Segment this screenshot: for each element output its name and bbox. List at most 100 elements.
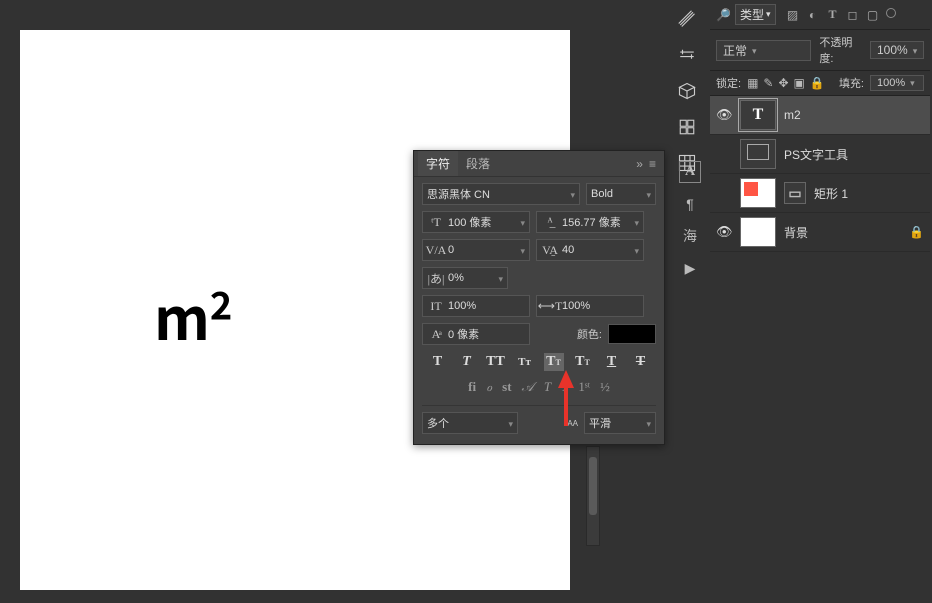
tab-character[interactable]: 字符 [418,151,458,176]
stylistic-alt-button[interactable]: T [544,379,551,395]
layer-thumb-text[interactable]: T [740,100,776,130]
filter-type-icon[interactable]: T [826,8,840,22]
font-size-icon: ᵗT [427,215,445,230]
antialias-label: aa [567,417,578,429]
type-style-buttons: T T TT Tᴛ TT TT T T [422,351,656,371]
layer-item-m2[interactable]: 👁 T m2 [710,96,930,135]
layer-filter-type[interactable]: 类型 ▾ [735,4,776,25]
filter-icons: ▨ ◐ T ◻ ▢ [786,8,896,22]
leading-field[interactable]: ᴬ̲ 156.77 像素 [536,211,644,233]
language-select[interactable]: 多个 [422,412,518,434]
canvas-text[interactable]: m2 [154,273,232,357]
font-size-field[interactable]: ᵗT 100 像素 [422,211,530,233]
titling-alt-button[interactable]: T [561,379,568,395]
layer-thumb-shape[interactable] [740,178,776,208]
play-icon[interactable]: ▶ [679,257,701,279]
superscript-button[interactable]: TT [544,353,564,371]
text-base: m [154,273,210,357]
vertical-scale-field[interactable]: IT 100% [422,295,530,317]
horizontal-scale-field[interactable]: ⟷T 100% [536,295,644,317]
fill-field[interactable]: 100% [870,75,924,91]
fill-value: 100% [877,77,905,89]
all-caps-button[interactable]: TT [486,353,506,371]
antialias-value: 平滑 [589,415,643,431]
3d-icon[interactable] [676,80,698,102]
glyphs-panel-icon[interactable]: 海 [679,225,701,247]
expand-icon[interactable]: » [636,157,643,171]
faux-italic-button[interactable]: T [457,353,477,371]
filter-image-icon[interactable]: ▨ [786,8,800,22]
layer-name: m2 [784,108,801,122]
lock-paint-icon[interactable]: ✎ [763,76,773,90]
layer-item-background[interactable]: 👁 背景 🔒 [710,213,930,252]
lock-all-icon[interactable]: 🔒 [810,76,825,90]
font-family-value: 思源黑体 CN [427,186,567,202]
search-icon[interactable]: 🔎 [716,8,731,22]
visibility-icon[interactable]: 👁 [716,107,732,123]
faux-bold-button[interactable]: T [428,353,448,371]
lock-icons: ▦ ✎ ✥ ▣ 🔒 [747,76,825,90]
font-family-select[interactable]: 思源黑体 CN [422,183,580,205]
opacity-field[interactable]: 100% [870,41,924,59]
layer-item-rect[interactable]: ▭ 矩形 1 [710,174,930,213]
lock-icon[interactable]: 🔒 [909,225,924,239]
blend-mode-select[interactable]: 正常 [716,40,811,61]
color-label: 颜色: [577,326,602,342]
color-swatch[interactable] [608,324,656,344]
paragraph-panel-icon[interactable]: ¶ [679,193,701,215]
lock-transparency-icon[interactable]: ▦ [747,76,758,90]
lock-position-icon[interactable]: ✥ [778,76,788,90]
filter-toggle-icon[interactable] [886,8,896,18]
visibility-icon[interactable]: 👁 [716,224,732,240]
filter-smart-icon[interactable]: ▢ [866,8,880,22]
layer-thumb-fx[interactable] [740,139,776,169]
filter-adjust-icon[interactable]: ◐ [806,8,820,22]
layers-adjust-icon[interactable] [676,44,698,66]
baseline-shift-field[interactable]: Aͣ 0 像素 [422,323,530,345]
horizontal-scale-value: 100% [562,300,639,312]
swash-button[interactable]: 𝒜 [522,379,534,395]
panel-dock-icons: A ¶ 海 ▶ [676,155,704,279]
language-value: 多个 [427,415,505,431]
vertical-scale-icon: IT [427,299,445,314]
strikethrough-button[interactable]: T [631,353,651,371]
subscript-button[interactable]: TT [573,353,593,371]
character-panel-icon[interactable]: A [679,161,701,183]
contextual-alt-button[interactable]: ℴ [486,379,492,395]
layer-thumb-bg[interactable] [740,217,776,247]
ligatures-button[interactable]: fi [468,379,476,395]
text-sup: 2 [210,276,232,331]
underline-button[interactable]: T [602,353,622,371]
font-size-value: 100 像素 [448,214,517,230]
tsume-value: 0% [448,272,495,284]
kerning-value: 0 [448,244,517,256]
opacity-value: 100% [877,43,908,57]
small-caps-button[interactable]: Tᴛ [515,353,535,371]
opacity-label: 不透明度: [819,34,866,66]
brushes-icon[interactable] [676,8,698,30]
antialias-select[interactable]: 平滑 [584,412,656,434]
character-panel[interactable]: 字符 段落 » ≡ 思源黑体 CN Bold ᵗT 100 像素 ᴬ̲ 156.… [413,150,665,445]
discretionary-lig-button[interactable]: st [502,379,511,395]
swatches-icon[interactable] [676,116,698,138]
font-style-select[interactable]: Bold [586,183,656,205]
layer-item-ps-text[interactable]: PS文字工具 [710,135,930,174]
tab-paragraph[interactable]: 段落 [458,151,498,176]
layer-thumb-shape-icon[interactable]: ▭ [784,182,806,204]
lock-label: 锁定: [716,75,741,91]
panel-menu-icon[interactable]: ≡ [649,157,656,171]
canvas-scrollbar[interactable] [586,446,600,546]
fill-label: 填充: [839,75,864,91]
layer-name: PS文字工具 [784,146,848,163]
fractions-button[interactable]: ½ [600,379,610,395]
character-panel-footer: 多个 aa 平滑 [422,405,656,434]
scrollbar-thumb[interactable] [589,457,597,515]
tsume-field[interactable]: |あ| 0% [422,267,508,289]
ordinals-button[interactable]: 1ˢᵗ [578,379,590,395]
filter-shape-icon[interactable]: ◻ [846,8,860,22]
tsume-icon: |あ| [427,270,445,287]
tracking-field[interactable]: VA̱ 40 [536,239,644,261]
kerning-field[interactable]: V/A 0 [422,239,530,261]
lock-artboard-icon[interactable]: ▣ [794,76,805,90]
vertical-scale-value: 100% [448,300,525,312]
